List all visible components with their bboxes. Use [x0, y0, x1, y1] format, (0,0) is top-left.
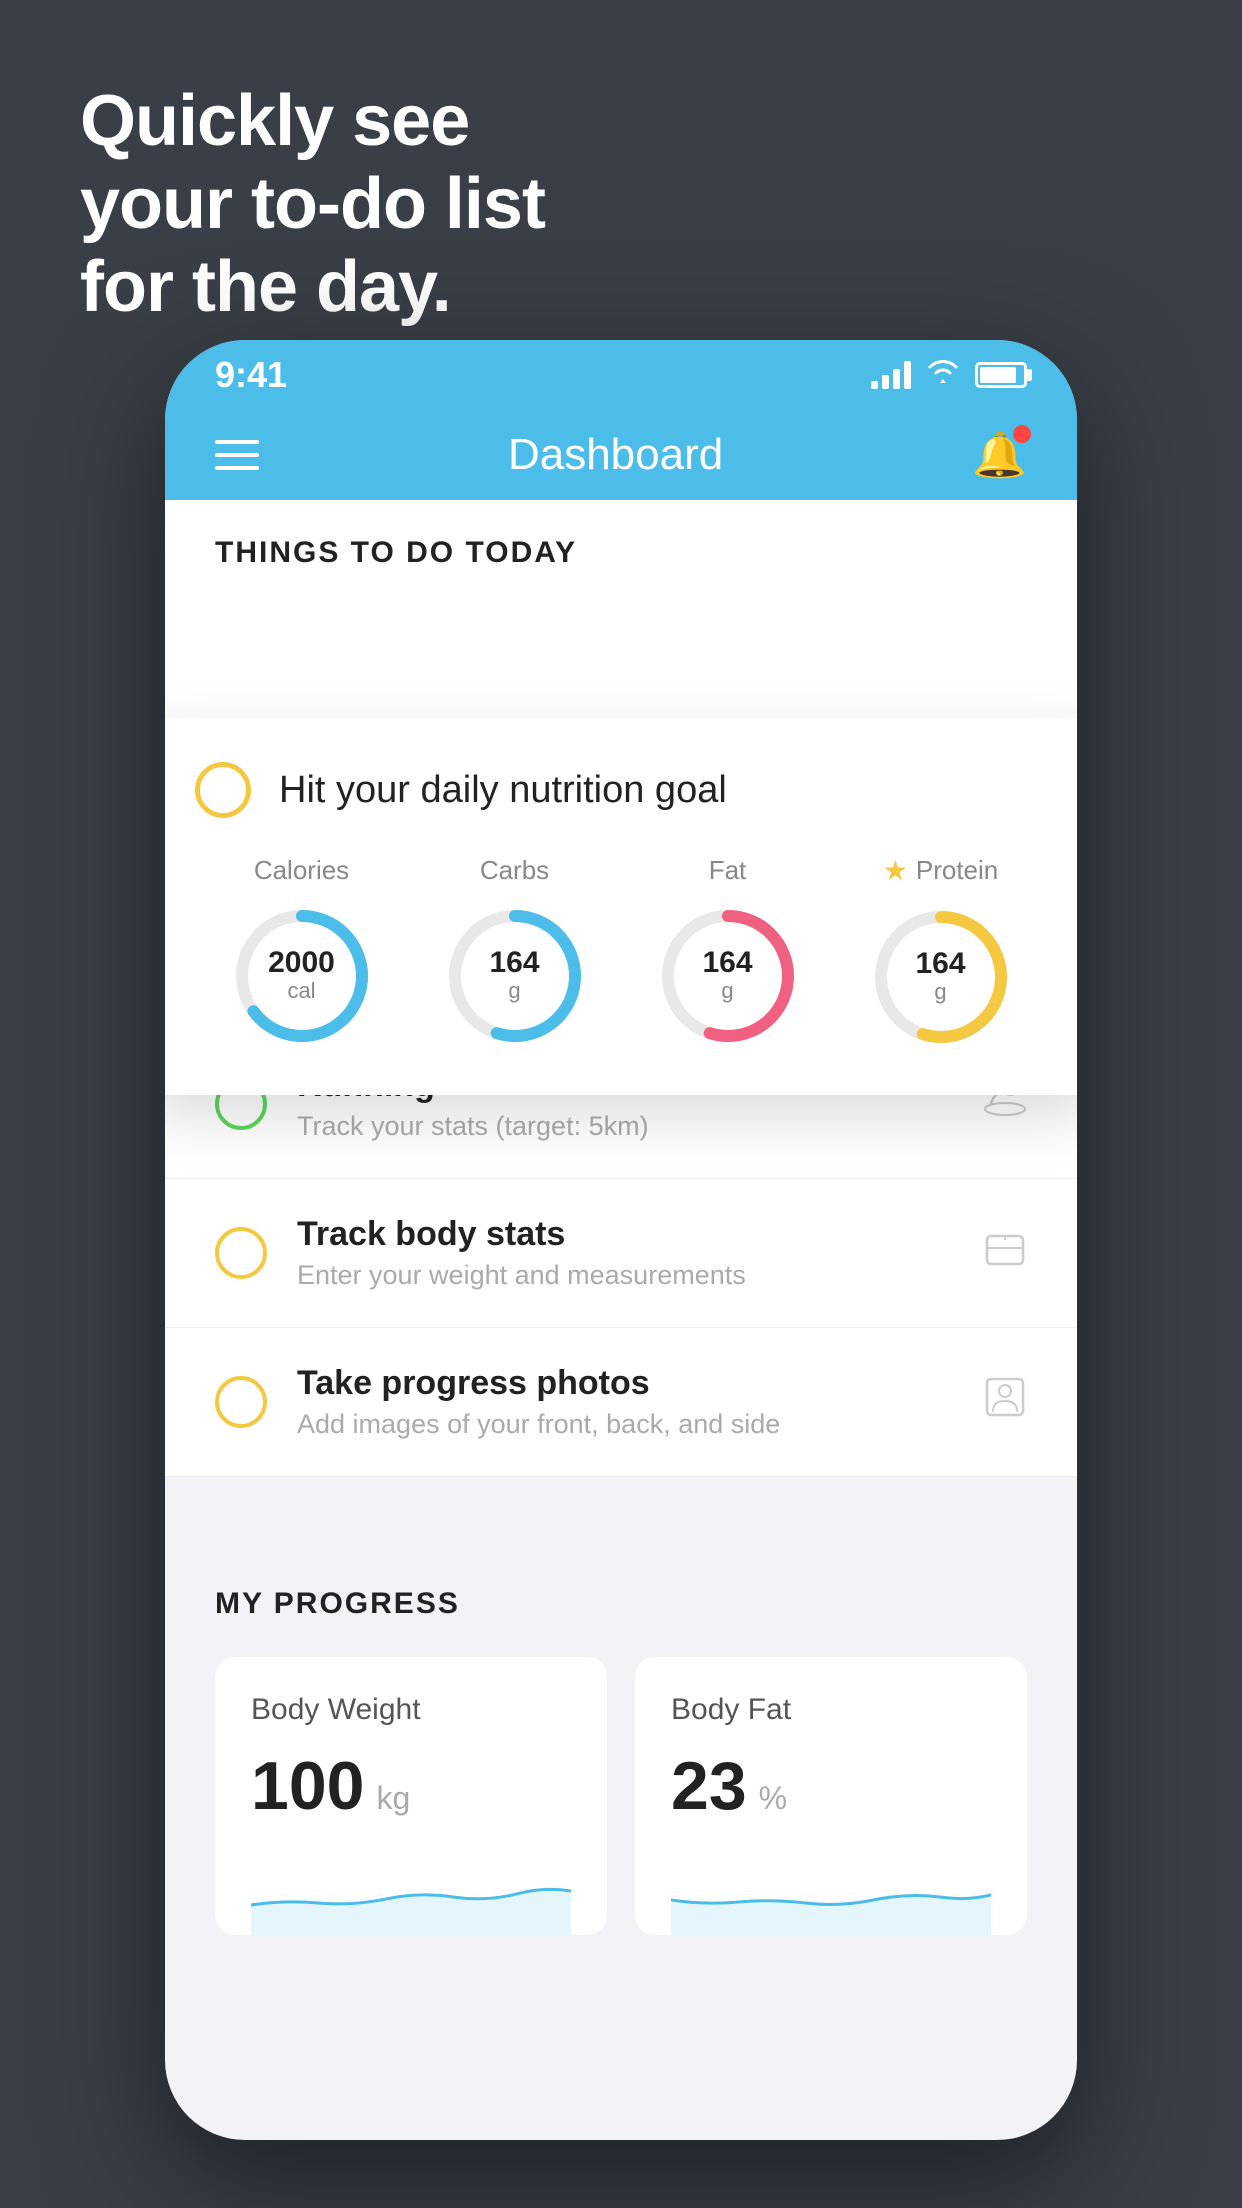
body-weight-card[interactable]: Body Weight 100 kg [215, 1657, 607, 1935]
scroll-content: THINGS TO DO TODAY Hit your daily nutrit… [165, 500, 1077, 1935]
section-header: THINGS TO DO TODAY [165, 500, 1077, 590]
nutrition-status-circle [195, 762, 251, 818]
body-fat-unit: % [759, 1780, 787, 1817]
status-time: 9:41 [215, 354, 287, 396]
body-stats-status-circle [215, 1227, 267, 1279]
body-weight-unit: kg [376, 1780, 410, 1817]
photos-status-circle [215, 1376, 267, 1428]
body-stats-title: Track body stats [297, 1215, 953, 1254]
photos-title: Take progress photos [297, 1364, 953, 1403]
nutrition-card: Hit your daily nutrition goal Calories [165, 718, 1077, 1095]
status-bar: 9:41 [165, 340, 1077, 410]
hamburger-menu[interactable] [215, 440, 259, 470]
wifi-icon [925, 357, 961, 393]
carbs-label: Carbs [480, 855, 549, 886]
body-weight-chart [251, 1855, 571, 1935]
body-weight-card-title: Body Weight [251, 1693, 571, 1727]
todo-item-body-stats[interactable]: Track body stats Enter your weight and m… [165, 1179, 1077, 1328]
nutrition-calories: Calories 2000 cal [228, 855, 376, 1050]
headline-line3: for the day. [80, 246, 545, 329]
nutrition-card-title: Hit your daily nutrition goal [279, 769, 727, 812]
progress-title: MY PROGRESS [215, 1587, 1027, 1621]
signal-icon [871, 361, 911, 389]
nutrition-card-header: Hit your daily nutrition goal [195, 762, 1047, 818]
body-fat-card-title: Body Fat [671, 1693, 991, 1727]
protein-value: 164 g [915, 949, 965, 1005]
photos-subtitle: Add images of your front, back, and side [297, 1409, 953, 1440]
fat-value: 164 g [702, 948, 752, 1004]
body-fat-value: 23 % [671, 1747, 991, 1825]
section-spacer [165, 1477, 1077, 1537]
battery-icon [975, 362, 1027, 388]
status-icons [871, 357, 1027, 393]
nutrition-carbs: Carbs 164 g [441, 855, 589, 1050]
body-weight-value: 100 kg [251, 1747, 571, 1825]
phone-frame: 9:41 Da [165, 340, 1077, 2140]
todo-item-photos[interactable]: Take progress photos Add images of your … [165, 1328, 1077, 1477]
notification-dot [1013, 425, 1031, 443]
bell-icon[interactable]: 🔔 [972, 429, 1027, 481]
person-icon [983, 1375, 1027, 1429]
todo-list: Running Track your stats (target: 5km) T… [165, 1030, 1077, 1477]
calories-donut: 2000 cal [228, 902, 376, 1050]
protein-star-icon: ★ [883, 854, 908, 887]
body-stats-subtitle: Enter your weight and measurements [297, 1260, 953, 1291]
calories-value: 2000 cal [268, 948, 335, 1004]
headline-line2: your to-do list [80, 163, 545, 246]
fat-donut: 164 g [654, 902, 802, 1050]
nav-title: Dashboard [508, 430, 723, 480]
body-weight-number: 100 [251, 1747, 364, 1825]
fat-label: Fat [709, 855, 747, 886]
body-stats-text: Track body stats Enter your weight and m… [297, 1215, 953, 1291]
carbs-value: 164 g [489, 948, 539, 1004]
protein-label: ★ Protein [883, 854, 999, 887]
nutrition-circles: Calories 2000 cal [195, 854, 1047, 1051]
running-subtitle: Track your stats (target: 5km) [297, 1111, 953, 1142]
headline: Quickly see your to-do list for the day. [80, 80, 545, 328]
nav-bar: Dashboard 🔔 [165, 410, 1077, 500]
protein-donut: 164 g [867, 903, 1015, 1051]
scale-icon [983, 1226, 1027, 1280]
body-fat-chart [671, 1855, 991, 1935]
nutrition-fat: Fat 164 g [654, 855, 802, 1050]
body-fat-number: 23 [671, 1747, 747, 1825]
progress-section: MY PROGRESS Body Weight 100 kg [165, 1537, 1077, 1935]
nutrition-protein: ★ Protein 164 g [867, 854, 1015, 1051]
calories-label: Calories [254, 855, 349, 886]
carbs-donut: 164 g [441, 902, 589, 1050]
photos-text: Take progress photos Add images of your … [297, 1364, 953, 1440]
body-fat-card[interactable]: Body Fat 23 % [635, 1657, 1027, 1935]
progress-cards: Body Weight 100 kg Body Fat [215, 1657, 1027, 1935]
headline-line1: Quickly see [80, 80, 545, 163]
